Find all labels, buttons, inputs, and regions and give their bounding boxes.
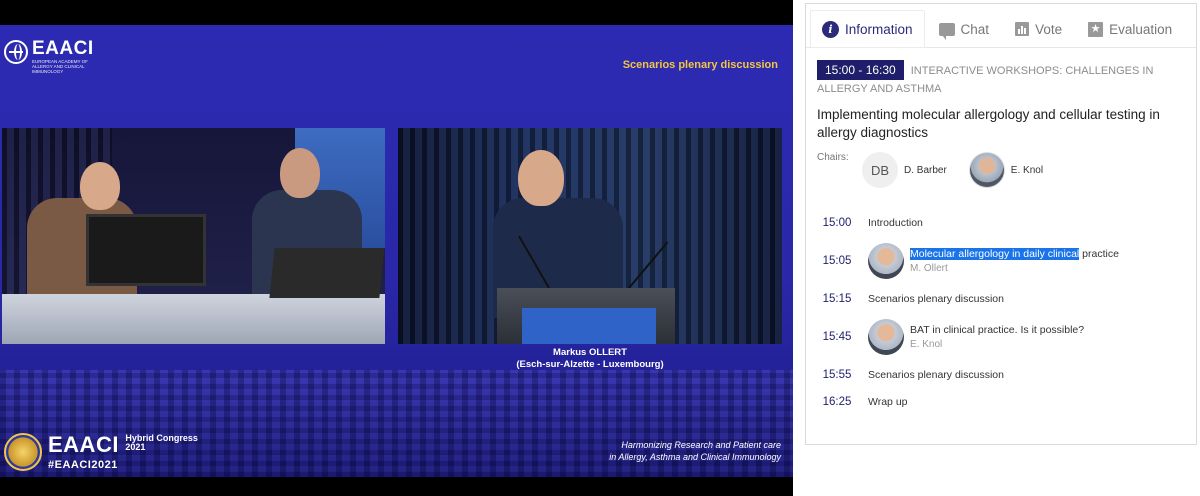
tab-label: Information xyxy=(845,21,913,37)
agenda-time: 15:05 xyxy=(822,255,852,267)
desk-monitor xyxy=(86,214,206,286)
congress-year: 2021 xyxy=(125,441,146,452)
avatar: DB xyxy=(862,152,898,188)
eaaci-logo: EAACI EUROPEAN ACADEMY OF ALLERGY AND CL… xyxy=(4,39,104,74)
avatar xyxy=(868,243,904,279)
congress-brand: EAACI xyxy=(48,431,119,457)
tab-evaluation[interactable]: ★ Evaluation xyxy=(1076,10,1184,48)
agenda-item[interactable]: 15:45 BAT in clinical practice. Is it po… xyxy=(806,312,1196,362)
info-icon: i xyxy=(822,20,839,38)
session-time-badge: 15:00 - 16:30 xyxy=(817,60,904,80)
agenda-list: 15:00 Introduction 15:05 Molecular aller… xyxy=(806,210,1196,416)
agenda-time: 15:55 xyxy=(822,369,852,381)
tab-vote[interactable]: Vote xyxy=(1003,10,1074,48)
chair-item[interactable]: E. Knol xyxy=(968,152,1044,188)
person-head xyxy=(280,148,320,198)
video-player[interactable]: EAACI EUROPEAN ACADEMY OF ALLERGY AND CL… xyxy=(0,0,793,496)
app-root: EAACI EUROPEAN ACADEMY OF ALLERGY AND CL… xyxy=(0,0,1200,496)
agenda-title-rest: practice xyxy=(1079,248,1119,260)
agenda-title: Scenarios plenary discussion xyxy=(868,369,1004,381)
agenda-time: 15:45 xyxy=(822,331,852,343)
agenda-title: BAT in clinical practice. Is it possible… xyxy=(910,324,1085,336)
star-icon: ★ xyxy=(1088,21,1104,37)
motto-line-1: Harmonizing Research and Patient care xyxy=(621,440,781,450)
motto-line-2: in Allergy, Asthma and Clinical Immunolo… xyxy=(609,452,781,462)
session-info: 15:00 - 16:30 INTERACTIVE WORKSHOPS: CHAL… xyxy=(806,48,1196,188)
agenda-item[interactable]: 15:00 Introduction xyxy=(806,210,1196,236)
session-panel: i Information Chat Vote ★ Evaluation 15:… xyxy=(805,3,1197,445)
chairs-row: Chairs: DB D. Barber E. Knol xyxy=(817,152,1186,188)
avatar xyxy=(968,152,1005,188)
speaker-caption: Markus OLLERT (Esch-sur-Alzette - Luxemb… xyxy=(480,347,700,371)
chair-item[interactable]: DB D. Barber xyxy=(862,152,947,188)
video-frame: EAACI EUROPEAN ACADEMY OF ALLERGY AND CL… xyxy=(0,25,793,477)
congress-badge-icon xyxy=(4,433,42,471)
selected-text[interactable]: Molecular allergology in daily clinical xyxy=(910,248,1080,260)
tab-label: Chat xyxy=(960,21,990,37)
agenda-time: 15:00 xyxy=(822,217,852,229)
agenda-time: 15:15 xyxy=(822,293,852,305)
agenda-title: Scenarios plenary discussion xyxy=(868,293,1004,305)
avatar xyxy=(868,319,904,355)
congress-motto: Harmonizing Research and Patient care in… xyxy=(609,439,781,463)
agenda-item[interactable]: 15:55 Scenarios plenary discussion xyxy=(806,362,1196,388)
tab-label: Vote xyxy=(1035,21,1063,37)
tab-bar: i Information Chat Vote ★ Evaluation xyxy=(806,4,1196,48)
desk-laptop xyxy=(269,248,385,298)
congress-hashtag: #EAACI2021 xyxy=(48,458,118,471)
agenda-title: Wrap up xyxy=(868,396,908,408)
chair-name: E. Knol xyxy=(1010,164,1044,176)
chairs-label: Chairs: xyxy=(817,152,849,163)
agenda-title: Introduction xyxy=(868,217,923,229)
logo-subtitle: EUROPEAN ACADEMY OF ALLERGY AND CLINICAL… xyxy=(32,59,88,74)
agenda-item[interactable]: 15:15 Scenarios plenary discussion xyxy=(806,286,1196,312)
session-title: Implementing molecular allergology and c… xyxy=(817,107,1160,140)
person-head xyxy=(80,162,120,210)
agenda-item[interactable]: 16:25 Wrap up xyxy=(806,388,1196,416)
current-topic: Scenarios plenary discussion xyxy=(622,59,778,71)
agenda-time: 16:25 xyxy=(822,396,852,408)
agenda-title: Molecular allergology in daily clinical … xyxy=(910,248,1119,260)
globe-icon xyxy=(4,40,28,64)
camera-feed-speaker xyxy=(398,128,782,344)
vote-icon xyxy=(1015,22,1030,36)
tab-chat[interactable]: Chat xyxy=(927,10,1002,48)
logo-name: EAACI xyxy=(32,38,94,59)
speaker-location: (Esch-sur-Alzette - Luxembourg) xyxy=(516,359,664,370)
podium-panel xyxy=(522,308,656,344)
person-head xyxy=(518,150,564,206)
chair-name: D. Barber xyxy=(904,164,947,176)
agenda-item[interactable]: 15:05 Molecular allergology in daily cli… xyxy=(806,236,1196,286)
tab-information[interactable]: i Information xyxy=(810,10,925,48)
speaker-name: Markus OLLERT xyxy=(553,347,627,358)
camera-feed-panel xyxy=(2,128,385,344)
chat-icon xyxy=(938,22,955,40)
desk xyxy=(2,294,385,344)
agenda-speaker[interactable]: E. Knol xyxy=(910,339,1084,350)
tab-label: Evaluation xyxy=(1109,21,1173,37)
agenda-speaker[interactable]: M. Ollert xyxy=(910,263,1119,274)
congress-logo: EAACI Hybrid Congress 2021 #EAACI2021 xyxy=(4,433,198,471)
